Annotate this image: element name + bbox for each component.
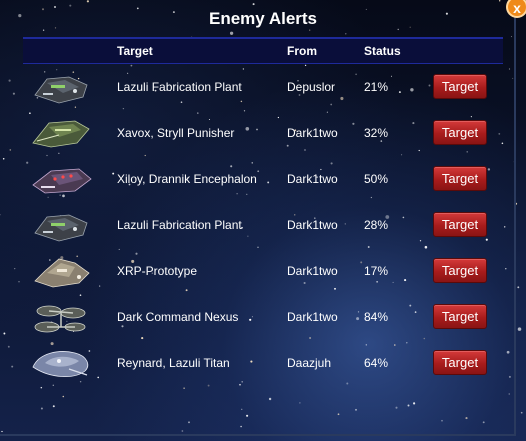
nexus-ship-icon (34, 305, 86, 333)
star (517, 327, 522, 331)
table-row: Reynard, Lazuli Titan Daazjuh 64% Target (23, 340, 503, 386)
alert-target-name: Reynard, Lazuli Titan (117, 356, 230, 370)
alert-from: Daazjuh (287, 356, 332, 370)
column-header-from: From (287, 44, 317, 58)
target-button[interactable]: Target (433, 120, 487, 145)
fabrication-plant-ship-icon (34, 214, 88, 242)
alert-from: Dark1two (287, 172, 338, 186)
fabrication-plant-ship-icon (34, 76, 88, 104)
target-button[interactable]: Target (433, 74, 487, 99)
alert-from: Depuslor (287, 80, 336, 94)
table-row: Xiloy, Drannik Encephalon Dark1two 50% T… (23, 156, 503, 202)
alert-target-name: Lazuli Fabrication Plant (117, 218, 242, 232)
target-button[interactable]: Target (433, 166, 487, 191)
target-button[interactable]: Target (433, 304, 487, 329)
column-header-target: Target (117, 44, 153, 58)
dialog-title: Enemy Alerts (208, 9, 318, 28)
star (520, 411, 523, 414)
table-row: Dark Command Nexus Dark1two 84% Target (23, 294, 503, 340)
alert-status: 32% (364, 126, 389, 140)
alert-target-name: Xiloy, Drannik Encephalon (117, 172, 257, 186)
close-icon[interactable]: x (506, 0, 526, 18)
table-row: Xavox, Stryll Punisher Dark1two 32% Targ… (23, 110, 503, 156)
alert-status: 21% (364, 80, 389, 94)
star (517, 286, 520, 289)
alert-status: 64% (364, 356, 389, 370)
table-row: XRP-Prototype Dark1two 17% Target (23, 248, 503, 294)
alert-status: 28% (364, 218, 389, 232)
table-row: Lazuli Fabrication Plant Depuslor 21% Ta… (23, 64, 503, 110)
alert-status: 50% (364, 172, 389, 186)
prototype-ship-icon (34, 258, 90, 288)
table-row: Lazuli Fabrication Plant Dark1two 28% Ta… (23, 202, 503, 248)
alert-from: Dark1two (287, 126, 338, 140)
target-button[interactable]: Target (433, 212, 487, 237)
encephalon-ship-icon (32, 168, 92, 194)
alert-target-name: Xavox, Stryll Punisher (117, 126, 235, 140)
alert-from: Dark1two (287, 218, 338, 232)
alert-status: 84% (364, 310, 389, 324)
alert-from: Dark1two (287, 264, 338, 278)
punisher-ship-icon (32, 120, 90, 148)
alert-from: Dark1two (287, 310, 338, 324)
target-button[interactable]: Target (433, 350, 487, 375)
alert-target-name: Lazuli Fabrication Plant (117, 80, 242, 94)
alert-status: 17% (364, 264, 389, 278)
target-button[interactable]: Target (433, 258, 487, 283)
alert-target-name: Dark Command Nexus (117, 310, 239, 324)
column-header-status: Status (364, 44, 401, 58)
titan-ship-icon (32, 351, 89, 377)
table-header-bar (23, 37, 503, 64)
alert-target-name: XRP-Prototype (117, 264, 198, 278)
